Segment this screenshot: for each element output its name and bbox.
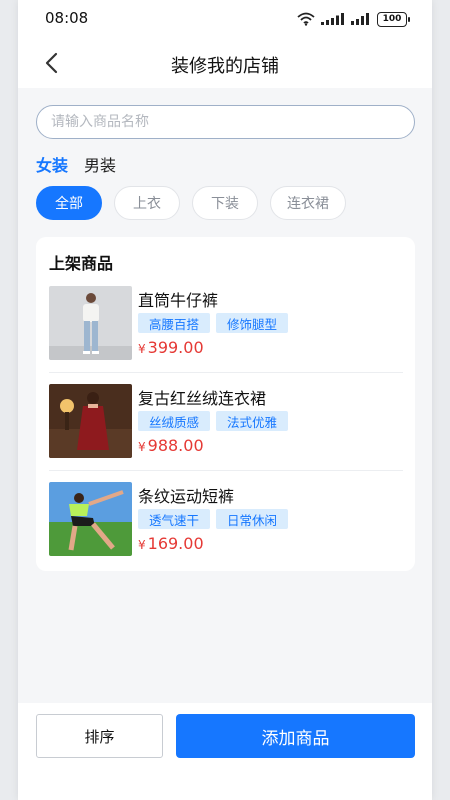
battery-icon: 100 [377,11,410,27]
product-item[interactable]: 条纹运动短裤 透气速干 日常休闲 ¥ 169.00 [49,482,403,572]
product-list-card: 上架商品 直筒牛仔裤 高腰百搭 修饰腿型 ¥ 399.00 复古红丝绒连衣裙 丝… [36,237,415,571]
product-tags: 高腰百搭 修饰腿型 [138,313,289,333]
search-input[interactable] [36,105,415,139]
price-value: 399.00 [147,338,204,357]
product-item[interactable]: 直筒牛仔裤 高腰百搭 修饰腿型 ¥ 399.00 [49,286,403,376]
product-tag: 高腰百搭 [138,313,211,333]
category-filter: 全部 上衣 下装 连衣裙 [36,186,346,220]
product-item[interactable]: 复古红丝绒连衣裙 丝绒质感 法式优雅 ¥ 988.00 [49,384,403,474]
product-tags: 丝绒质感 法式优雅 [138,411,289,431]
product-tag: 透气速干 [138,509,211,529]
chip-bottoms[interactable]: 下装 [192,186,258,220]
chip-dresses[interactable]: 连衣裙 [270,186,346,220]
wifi-icon [297,12,315,26]
price-value: 988.00 [147,436,204,455]
divider [49,470,403,471]
currency-symbol: ¥ [138,538,146,552]
status-bar: 08:08 100 [18,0,432,38]
tab-women[interactable]: 女装 [36,152,68,176]
section-title: 上架商品 [49,254,114,273]
header: 装修我的店铺 [18,38,432,88]
product-tag: 丝绒质感 [138,411,211,431]
product-thumbnail [49,384,132,458]
product-price: ¥ 988.00 [138,436,204,455]
status-icons: 100 [297,10,410,28]
product-thumbnail [49,286,132,360]
status-time: 08:08 [45,9,89,27]
product-tag: 日常休闲 [216,509,289,529]
add-product-button[interactable]: 添加商品 [176,714,415,758]
chip-tops[interactable]: 上衣 [114,186,180,220]
product-price: ¥ 169.00 [138,534,204,553]
signal-icon [321,13,344,25]
product-thumbnail [49,482,132,556]
sort-button[interactable]: 排序 [36,714,163,758]
battery-level: 100 [382,14,402,24]
product-name: 条纹运动短裤 [138,487,235,506]
product-tags: 透气速干 日常休闲 [138,509,289,529]
product-tag: 法式优雅 [216,411,289,431]
phone-screen: 08:08 100 装修我的店铺 请输入商品名称 女装 男装 全部 上衣 下装 … [18,0,432,800]
product-name: 直筒牛仔裤 [138,291,219,310]
product-tag: 修饰腿型 [216,313,289,333]
chip-all[interactable]: 全部 [36,186,102,220]
price-value: 169.00 [147,534,204,553]
page-title: 装修我的店铺 [171,56,279,77]
product-price: ¥ 399.00 [138,338,204,357]
currency-symbol: ¥ [138,342,146,356]
tab-men[interactable]: 男装 [84,152,116,176]
bottom-bar: 排序 添加商品 [18,703,432,800]
gender-tabs: 女装 男装 [36,152,116,176]
signal-icon [351,13,369,25]
product-name: 复古红丝绒连衣裙 [138,389,267,408]
currency-symbol: ¥ [138,440,146,454]
divider [49,372,403,373]
